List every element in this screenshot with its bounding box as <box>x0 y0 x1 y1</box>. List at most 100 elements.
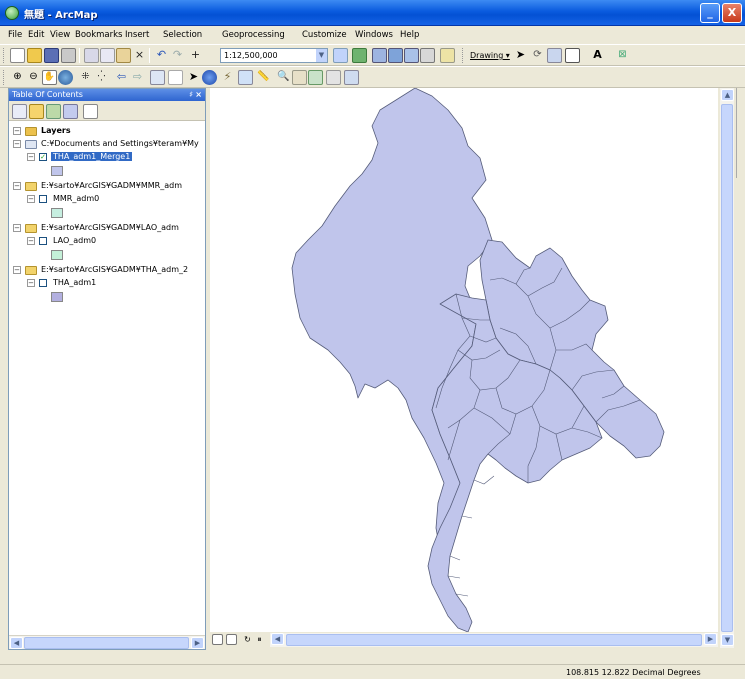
layer-visibility-checkbox[interactable] <box>39 279 47 287</box>
layer-name[interactable]: MMR_adm0 <box>53 194 99 203</box>
layer-visibility-checkbox[interactable]: ✓ <box>39 153 47 161</box>
map-vertical-scrollbar[interactable]: ▲ ▼ <box>720 88 734 648</box>
layer-symbol-swatch[interactable] <box>51 166 63 176</box>
select-arrow-icon[interactable]: ➤ <box>186 70 201 85</box>
menu-help[interactable]: Help <box>400 30 419 40</box>
editor-icon[interactable] <box>352 48 367 63</box>
list-by-source-icon[interactable] <box>29 104 44 119</box>
layer-symbol-swatch[interactable] <box>51 292 63 302</box>
chevron-down-icon[interactable]: ▼ <box>316 49 327 62</box>
scroll-left-icon[interactable]: ◀ <box>271 633 284 645</box>
go-to-xy-icon[interactable] <box>308 70 323 85</box>
close-icon[interactable]: × <box>195 89 202 101</box>
collapse-icon[interactable]: − <box>27 237 35 245</box>
select-features-icon[interactable] <box>150 70 165 85</box>
html-popup-icon[interactable] <box>238 70 253 85</box>
collapse-icon[interactable]: − <box>13 127 21 135</box>
layer-item-tha-adm1[interactable]: − THA_adm1 <box>9 278 205 290</box>
collapse-icon[interactable]: − <box>13 266 21 274</box>
layer-symbol-swatch[interactable] <box>51 250 63 260</box>
search-window-icon[interactable] <box>404 48 419 63</box>
map-canvas[interactable] <box>210 88 718 632</box>
zoom-out-icon[interactable]: ⊖ <box>26 70 41 85</box>
scroll-up-icon[interactable]: ▲ <box>721 89 734 101</box>
forward-extent-icon[interactable]: ⇨ <box>130 70 145 85</box>
toc-window-icon[interactable] <box>388 48 403 63</box>
layer-name[interactable]: THA_adm1_Merge1 <box>51 152 133 161</box>
time-slider-icon[interactable] <box>326 70 341 85</box>
menu-bookmarks[interactable]: Bookmarks <box>75 30 123 40</box>
scroll-right-icon[interactable]: ▶ <box>704 633 717 645</box>
source-group-4[interactable]: − E:¥sarto¥ArcGIS¥GADM¥THA_adm_2 <box>9 265 205 277</box>
scroll-right-icon[interactable]: ▶ <box>191 637 204 649</box>
save-icon[interactable] <box>44 48 59 63</box>
menu-geoprocessing[interactable]: Geoprocessing <box>222 30 285 40</box>
rotate-icon[interactable]: ⟳ <box>530 48 545 63</box>
copy-icon[interactable] <box>100 48 115 63</box>
layer-visibility-checkbox[interactable] <box>39 237 47 245</box>
source-group-1[interactable]: − C:¥Documents and Settings¥teram¥My <box>9 139 205 151</box>
layer-item-mmr-adm0[interactable]: − MMR_adm0 <box>9 194 205 206</box>
identify-icon[interactable] <box>202 70 217 85</box>
options-icon[interactable] <box>83 104 98 119</box>
drawing-menu[interactable]: Drawing ▾ <box>470 51 510 60</box>
menu-selection[interactable]: Selection <box>163 30 202 40</box>
data-view-icon[interactable] <box>212 634 223 645</box>
map-scale-combo[interactable]: 1:12,500,000 ▼ <box>220 48 328 63</box>
menu-customize[interactable]: Customize <box>302 30 347 40</box>
fixed-zoom-out-icon[interactable]: ⁛ <box>94 70 109 85</box>
zoom-whole-page-icon[interactable] <box>547 48 562 63</box>
layout-view-icon[interactable] <box>226 634 237 645</box>
menu-file[interactable]: File <box>8 30 22 40</box>
text-tool-icon[interactable]: A <box>590 48 605 63</box>
add-data-icon[interactable]: + <box>188 48 203 63</box>
list-by-visibility-icon[interactable] <box>46 104 61 119</box>
open-icon[interactable] <box>27 48 42 63</box>
hyperlink-icon[interactable]: ⚡ <box>220 70 235 85</box>
scroll-thumb[interactable] <box>286 634 702 646</box>
menu-insert[interactable]: Insert <box>125 30 149 40</box>
collapse-icon[interactable]: − <box>27 195 35 203</box>
menu-edit[interactable]: Edit <box>28 30 44 40</box>
source-group-2[interactable]: − E:¥sarto¥ArcGIS¥GADM¥MMR_adm <box>9 181 205 193</box>
catalog-icon[interactable] <box>372 48 387 63</box>
minimize-button[interactable]: _ <box>700 3 720 23</box>
side-dock-tabs[interactable] <box>736 88 745 178</box>
source-group-3[interactable]: − E:¥sarto¥ArcGIS¥GADM¥LAO_adm <box>9 223 205 235</box>
collapse-icon[interactable]: − <box>27 279 35 287</box>
arcmap-app-icon[interactable] <box>5 6 19 20</box>
full-extent-icon[interactable] <box>58 70 73 85</box>
python-window-icon[interactable] <box>440 48 455 63</box>
redo-icon[interactable]: ↷ <box>170 48 185 63</box>
map-horizontal-scrollbar[interactable]: ◀ ▶ <box>270 633 718 647</box>
scroll-thumb[interactable] <box>24 637 189 649</box>
pin-icon[interactable]: ♯ <box>189 89 193 101</box>
layer-name[interactable]: THA_adm1 <box>53 278 96 287</box>
arctoolbox-icon[interactable] <box>420 48 435 63</box>
back-extent-icon[interactable]: ⇦ <box>114 70 129 85</box>
select-elements-icon[interactable]: ➤ <box>513 48 528 63</box>
toolbar-grip-drawing[interactable] <box>462 48 465 63</box>
toolbar-grip[interactable] <box>3 48 6 63</box>
layers-root[interactable]: − Layers <box>9 126 205 138</box>
measure-icon[interactable]: 📏 <box>256 70 271 85</box>
layer-visibility-checkbox[interactable] <box>39 195 47 203</box>
collapse-icon[interactable]: − <box>13 182 21 190</box>
pause-drawing-icon[interactable]: ⏸ <box>254 634 265 645</box>
list-by-drawing-order-icon[interactable] <box>12 104 27 119</box>
clear-selection-icon[interactable] <box>168 70 183 85</box>
edit-vertices-icon[interactable]: ⊠ <box>615 48 630 63</box>
undo-icon[interactable]: ↶ <box>154 48 169 63</box>
scroll-down-icon[interactable]: ▼ <box>721 634 734 646</box>
cut-icon[interactable] <box>84 48 99 63</box>
find-route-icon[interactable] <box>292 70 307 85</box>
rectangle-icon[interactable] <box>565 48 580 63</box>
scale-dropdown-icon[interactable] <box>333 48 348 63</box>
refresh-icon[interactable]: ↻ <box>242 634 253 645</box>
list-by-selection-icon[interactable] <box>63 104 78 119</box>
new-doc-icon[interactable] <box>10 48 25 63</box>
map-display[interactable] <box>210 88 718 632</box>
layer-name[interactable]: LAO_adm0 <box>53 236 96 245</box>
pan-icon[interactable]: ✋ <box>42 70 57 85</box>
collapse-icon[interactable]: − <box>13 224 21 232</box>
